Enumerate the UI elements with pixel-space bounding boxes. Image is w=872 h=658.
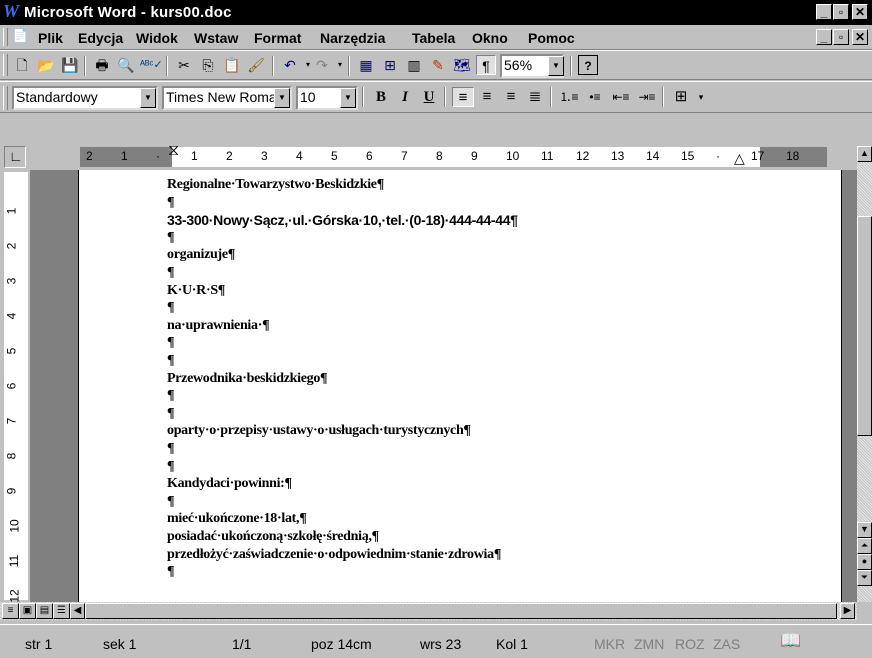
document-line[interactable]: ¶ bbox=[167, 459, 175, 475]
status-pages: 1/1 bbox=[232, 636, 252, 652]
document-line[interactable]: mieć·ukończone·18·lat,¶ bbox=[167, 511, 307, 527]
vertical-scrollbar[interactable]: ▲ ▼ ⏶ ● ⏷ bbox=[857, 146, 872, 602]
document-line[interactable]: ¶ bbox=[167, 406, 175, 422]
document-line[interactable]: na·uprawnienia·¶ bbox=[167, 318, 270, 334]
status-roz[interactable]: ROZ bbox=[675, 636, 705, 652]
status-position: poz 14cm bbox=[311, 636, 372, 652]
previous-page-button[interactable]: ⏶ bbox=[857, 538, 872, 554]
scroll-thumb[interactable] bbox=[857, 216, 872, 436]
document-line[interactable]: ¶ bbox=[167, 564, 175, 580]
scroll-up-button[interactable]: ▲ bbox=[857, 146, 872, 162]
document-line[interactable]: przedłożyć·zaświadczenie·o·odpowiednim·s… bbox=[167, 547, 501, 563]
document-line[interactable]: oparty·o·przepisy·ustawy·o·usługach·tury… bbox=[167, 423, 471, 439]
document-line[interactable]: ¶ bbox=[167, 195, 175, 211]
status-zmn[interactable]: ZMN bbox=[634, 636, 664, 652]
document-line[interactable]: ¶ bbox=[167, 230, 175, 246]
document-line[interactable]: ¶ bbox=[167, 300, 175, 316]
horizontal-scrollbar[interactable]: ≡ ▣ ▤ ☰ ◀ ▶ bbox=[0, 602, 857, 620]
document-line[interactable]: ¶ bbox=[167, 353, 175, 369]
status-bar: str 1 sek 1 1/1 poz 14cm wrs 23 Kol 1 MK… bbox=[0, 624, 872, 658]
print-layout-icon[interactable]: ▤ bbox=[36, 603, 53, 619]
status-line: wrs 23 bbox=[420, 636, 462, 652]
next-page-button[interactable]: ⏷ bbox=[857, 570, 872, 586]
horizontal-scroll-thumb[interactable] bbox=[85, 603, 837, 619]
outline-view-icon[interactable]: ☰ bbox=[53, 603, 70, 619]
document-line[interactable]: Regionalne·Towarzystwo·Beskidzkie¶ bbox=[167, 177, 384, 193]
document-line[interactable]: organizuje¶ bbox=[167, 247, 235, 263]
spelling-status-icon[interactable]: 📖 bbox=[780, 631, 801, 651]
document-line[interactable]: posiadać·ukończoną·szkołę·średnią,¶ bbox=[167, 529, 379, 545]
scroll-corner bbox=[857, 602, 872, 620]
scroll-down-button[interactable]: ▼ bbox=[857, 522, 872, 538]
document-line[interactable]: ¶ bbox=[167, 335, 175, 351]
document-line[interactable]: ¶ bbox=[167, 388, 175, 404]
document-line[interactable]: K·U·R·S¶ bbox=[167, 283, 225, 299]
status-section: sek 1 bbox=[103, 636, 137, 652]
web-layout-icon[interactable]: ▣ bbox=[19, 603, 36, 619]
document-line[interactable]: Kandydaci·powinni:¶ bbox=[167, 476, 292, 492]
status-mkr[interactable]: MKR bbox=[594, 636, 625, 652]
document-line[interactable]: Przewodnika·beskidzkiego¶ bbox=[167, 371, 328, 387]
document-line[interactable]: 33-300·Nowy·Sącz,·ul.·Górska·10,·tel.·(0… bbox=[167, 212, 518, 228]
scroll-right-button[interactable]: ▶ bbox=[840, 603, 855, 619]
document-text: Regionalne·Towarzystwo·Beskidzkie¶ ¶ 33-30… bbox=[0, 0, 857, 602]
document-line[interactable]: ¶ bbox=[167, 265, 175, 281]
status-column: Kol 1 bbox=[496, 636, 528, 652]
document-line[interactable]: ¶ bbox=[167, 441, 175, 457]
document-line[interactable]: ¶ bbox=[167, 494, 175, 510]
scroll-left-button[interactable]: ◀ bbox=[70, 603, 85, 619]
browse-object-button[interactable]: ● bbox=[857, 554, 872, 570]
status-zas[interactable]: ZAS bbox=[713, 636, 740, 652]
normal-view-icon[interactable]: ≡ bbox=[2, 603, 19, 619]
status-page: str 1 bbox=[25, 636, 53, 652]
